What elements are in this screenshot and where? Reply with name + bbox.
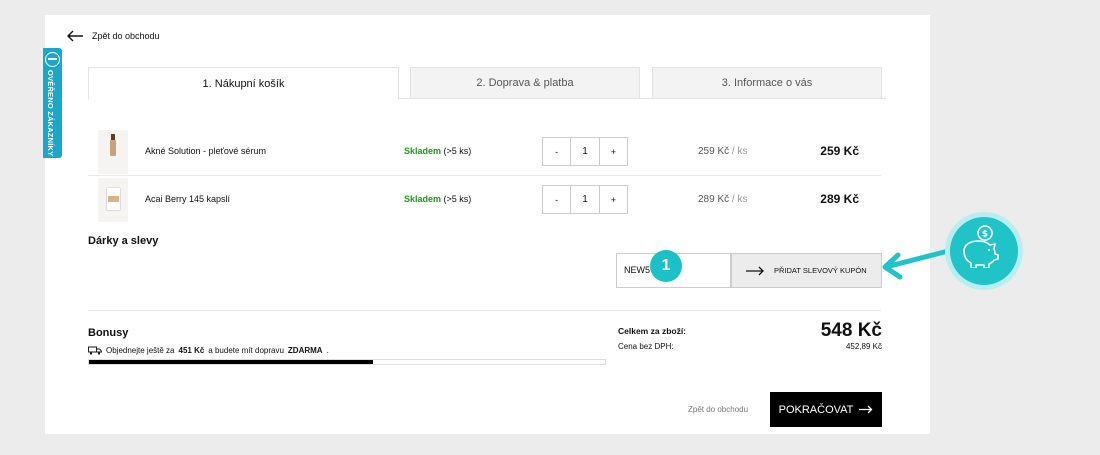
continue-label: POKRAČOVAT [778, 403, 854, 416]
product-image[interactable] [98, 130, 128, 174]
checkout-steps: 1. Nákupní košík 2. Doprava & platba 3. … [88, 67, 886, 100]
line-total: 259 Kč [820, 144, 859, 158]
free-shipping-progress [88, 359, 606, 365]
verified-reviews-tab[interactable]: OVĚŘENO ZÁKAZNÍKY [43, 48, 62, 158]
tab-customer-info[interactable]: 3. Informace o vás [652, 67, 882, 99]
qty-input[interactable]: 1 [571, 138, 600, 165]
arrow-left-icon [67, 30, 83, 42]
back-to-shop-label: Zpět do obchodu [92, 31, 160, 41]
add-coupon-label: PŘIDAT SLEVOVÝ KUPÓN [774, 266, 867, 275]
svg-text:$: $ [982, 230, 988, 240]
net-price-value: 452,89 Kč [845, 342, 882, 351]
arrow-right-icon [746, 266, 764, 275]
qty-input[interactable]: 1 [571, 186, 600, 213]
cart-row: Acai Berry 145 kapslí Skladem (>5 ks) - … [88, 176, 881, 224]
unit-price: 259 Kč / ks [698, 146, 748, 157]
qty-decrease-button[interactable]: - [543, 186, 572, 213]
stock-status: Skladem (>5 ks) [404, 146, 472, 156]
pointer-arrow-icon [882, 247, 955, 280]
tab-shipping-payment[interactable]: 2. Doprava & platba [410, 67, 640, 99]
piggy-bank-icon: $ [963, 225, 999, 268]
progress-fill [89, 360, 373, 364]
back-to-shop-link[interactable]: Zpět do obchodu [66, 30, 160, 42]
verified-seal-icon [45, 52, 60, 67]
qty-increase-button[interactable]: + [600, 186, 627, 213]
truck-icon [88, 346, 102, 355]
free-shipping-message: Objednejte ještě za 451 Kč a budete mít … [88, 346, 329, 355]
quantity-stepper: - 1 + [542, 137, 628, 166]
line-total: 289 Kč [820, 192, 859, 206]
bonus-section-title: Bonusy [88, 327, 129, 339]
gifts-section-title: Dárky a slevy [88, 235, 159, 247]
total-label: Celkem za zboží: [618, 326, 687, 336]
qty-increase-button[interactable]: + [600, 138, 627, 165]
cart-row: Akné Solution - pleťové sérum Skladem (>… [88, 128, 881, 176]
total-value: 548 Kč [820, 320, 882, 341]
arrow-right-icon [859, 405, 873, 414]
product-name[interactable]: Acai Berry 145 kapslí [145, 194, 230, 204]
back-to-shop-bottom-link[interactable]: Zpět do obchodu [688, 405, 748, 414]
product-name[interactable]: Akné Solution - pleťové sérum [145, 146, 266, 156]
tab-cart[interactable]: 1. Nákupní košík [88, 67, 399, 100]
add-coupon-button[interactable]: PŘIDAT SLEVOVÝ KUPÓN [731, 253, 882, 288]
capsule-jar-icon [106, 187, 121, 211]
quantity-stepper: - 1 + [542, 185, 628, 214]
stock-status: Skladem (>5 ks) [404, 194, 472, 204]
step-number-badge: 1 [650, 250, 682, 282]
verified-tab-label: OVĚŘENO ZÁKAZNÍKY [46, 70, 55, 157]
section-divider [88, 310, 881, 311]
product-image[interactable] [98, 178, 128, 222]
qty-decrease-button[interactable]: - [543, 138, 572, 165]
continue-button[interactable]: POKRAČOVAT [770, 392, 882, 427]
serum-bottle-icon [110, 134, 116, 156]
piggy-bank-badge: $ [945, 212, 1023, 290]
net-price-label: Cena bez DPH: [618, 342, 674, 351]
unit-price: 289 Kč / ks [698, 194, 748, 205]
